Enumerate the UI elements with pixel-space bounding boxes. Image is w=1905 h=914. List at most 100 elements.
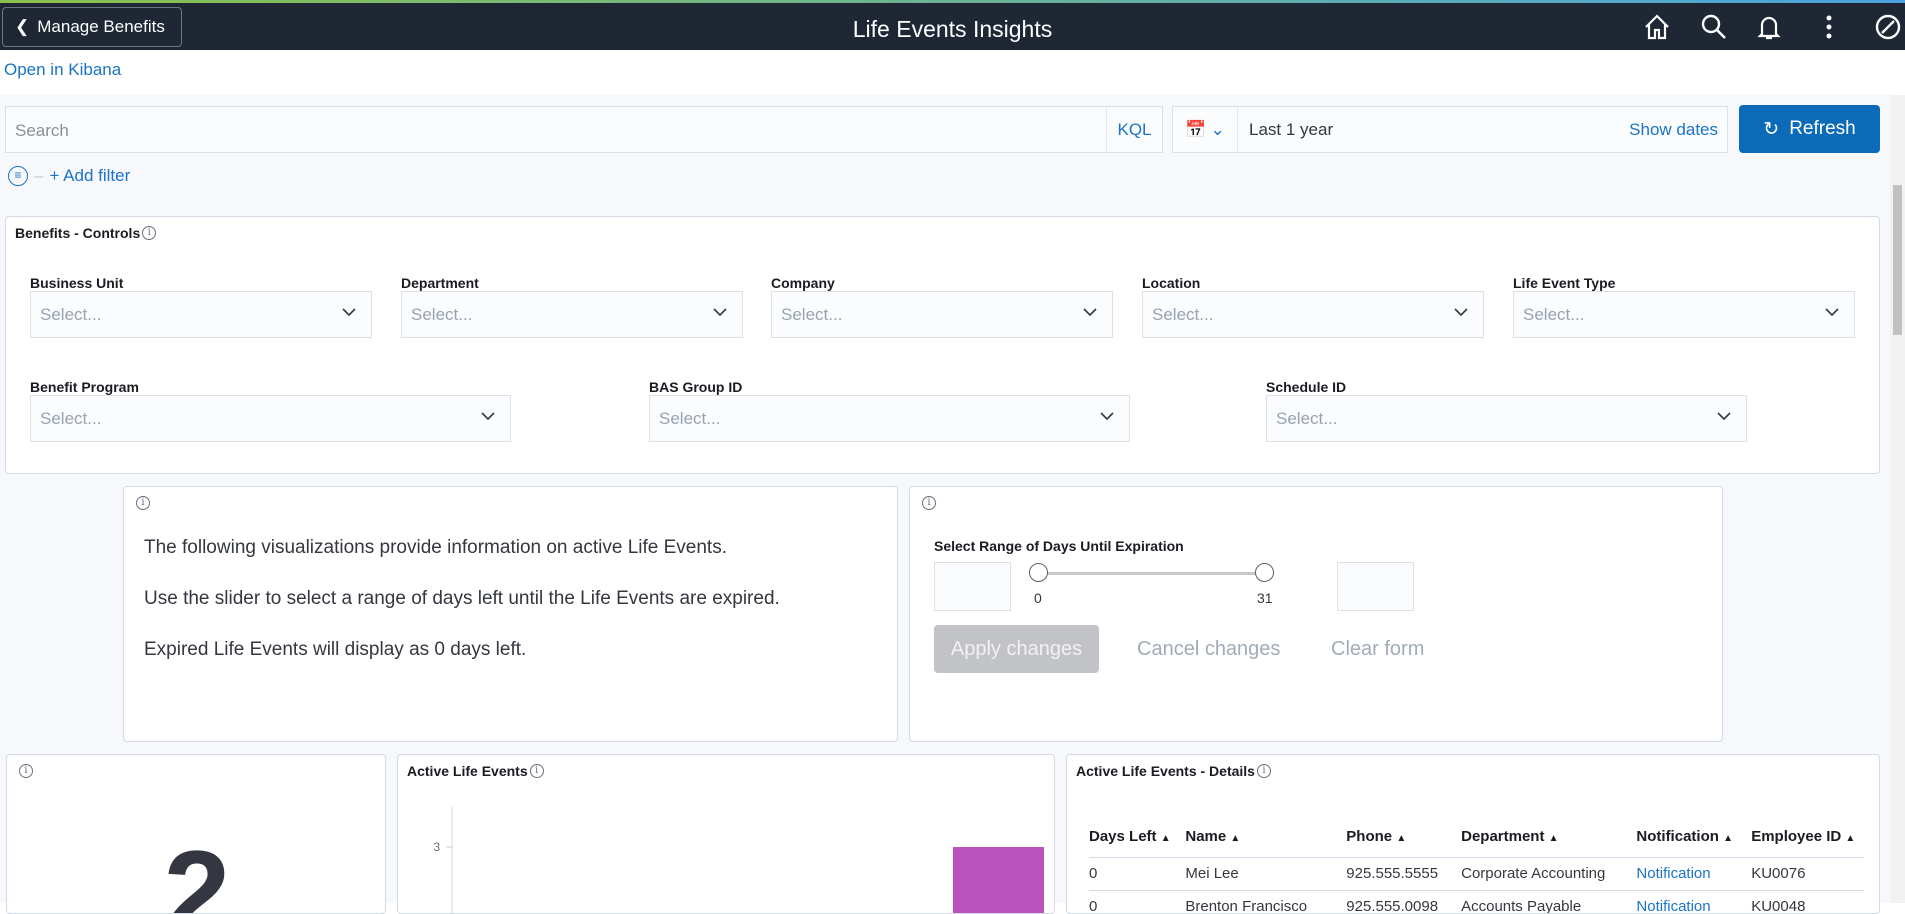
info-icon[interactable]: i <box>1256 764 1271 778</box>
slider-track[interactable] <box>1030 572 1266 575</box>
table-row: 0 Brenton Francisco 925.555.0098 Accounts P… <box>1089 890 1864 913</box>
bar-chart: 3 <box>433 807 1044 913</box>
control-label: Schedule ID <box>1266 379 1347 395</box>
column-header[interactable]: Employee ID ▲︎ <box>1751 817 1864 858</box>
control-select[interactable]: Select... <box>1513 291 1855 338</box>
details-table-panel: Active Life Events - Details i Days Left … <box>1066 754 1880 914</box>
slider-min-handle[interactable] <box>1029 563 1048 582</box>
range-label: Select Range of Days Until Expiration <box>934 538 1184 554</box>
control-select[interactable]: Select... <box>401 291 743 338</box>
column-header[interactable]: Department ▲︎ <box>1461 817 1637 858</box>
column-label: Days Left <box>1089 828 1157 846</box>
app-header: ❮ Manage Benefits Life Events Insights <box>0 3 1905 50</box>
select-placeholder: Select... <box>40 409 102 428</box>
table-cell: Accounts Payable <box>1461 890 1637 913</box>
control-select[interactable]: Select... <box>771 291 1113 338</box>
table-cell: 0 <box>1089 890 1186 913</box>
cancel-changes-button[interactable]: Cancel changes <box>1137 638 1280 661</box>
table-cell: Corporate Accounting <box>1461 857 1637 891</box>
search-icon[interactable] <box>1699 12 1729 42</box>
select-placeholder: Select... <box>659 409 721 428</box>
panel-title: Active Life Events - Details <box>1076 763 1255 779</box>
sort-icon: ▲︎ <box>1548 833 1559 845</box>
filter-bar: ≡ – + Add filter <box>8 166 130 186</box>
control-label: Life Event Type <box>1513 275 1616 291</box>
control-select[interactable]: Select... <box>1266 395 1747 442</box>
info-icon[interactable]: i <box>19 764 33 778</box>
add-filter-button[interactable]: + Add filter <box>49 166 130 186</box>
column-header[interactable]: Days Left ▲︎ <box>1089 817 1186 858</box>
refresh-button[interactable]: ↻ Refresh <box>1739 105 1880 153</box>
table-cell: Brenton Francisco <box>1185 890 1347 913</box>
page-title: Life Events Insights <box>852 16 1053 42</box>
more-vertical-icon[interactable] <box>1814 12 1844 42</box>
open-in-kibana-link[interactable]: Open in Kibana <box>4 60 121 80</box>
refresh-icon: ↻ <box>1763 118 1780 140</box>
control-select[interactable]: Select... <box>30 395 511 442</box>
date-range[interactable]: Last 1 year <box>1249 120 1333 140</box>
details-table: Days Left ▲︎ Name ▲︎ Phone ▲︎ Department ▲︎… <box>1089 817 1864 913</box>
column-label: Employee ID <box>1751 828 1842 846</box>
info-text-panel: i The following visualizations provide i… <box>123 486 898 742</box>
benefits-controls-panel: Benefits - Controls i Business Unit Select… <box>5 216 1880 474</box>
table-cell: KU0076 <box>1751 857 1864 891</box>
control-select[interactable]: Select... <box>30 291 372 338</box>
notification-link[interactable]: Notification <box>1636 857 1752 891</box>
show-dates-link[interactable]: Show dates <box>1629 120 1718 140</box>
apply-changes-button[interactable]: Apply changes <box>934 625 1099 673</box>
filter-icon[interactable]: ≡ <box>8 166 28 186</box>
range-max-input[interactable] <box>1337 562 1414 611</box>
select-placeholder: Select... <box>1523 305 1585 324</box>
slider-max-label: 31 <box>1257 590 1273 606</box>
table-cell: Mei Lee <box>1185 857 1347 891</box>
metric-value: 2 <box>163 826 231 914</box>
kql-button[interactable]: KQL <box>1106 107 1162 152</box>
sort-icon: ▲︎ <box>1160 833 1171 845</box>
sort-icon: ▲︎ <box>1396 833 1407 845</box>
slider-max-handle[interactable] <box>1255 563 1274 582</box>
slider-min-label: 0 <box>1034 590 1042 606</box>
info-icon[interactable]: i <box>922 496 936 510</box>
control-label: Business Unit <box>30 275 124 291</box>
column-header[interactable]: Notification ▲︎ <box>1636 817 1752 858</box>
table-cell: KU0048 <box>1751 890 1864 913</box>
table-row: 0 Mei Lee 925.555.5555 Corporate Accounting… <box>1089 857 1864 891</box>
range-min-input[interactable] <box>934 562 1011 611</box>
chevron-down-icon: ⌄ <box>1210 119 1225 139</box>
bell-icon[interactable] <box>1754 12 1784 42</box>
navbar-compass-icon[interactable] <box>1873 12 1903 42</box>
control-select[interactable]: Select... <box>1142 291 1484 338</box>
search-input[interactable]: Search KQL <box>5 106 1163 153</box>
info-paragraph: Expired Life Events will display as 0 da… <box>144 639 527 660</box>
sort-icon: ▲︎ <box>1723 833 1733 845</box>
home-icon[interactable] <box>1642 12 1672 42</box>
info-paragraph: Use the slider to select a range of days… <box>144 588 780 609</box>
chevron-down-icon <box>341 304 357 325</box>
page-scrollbar[interactable] <box>1890 95 1905 903</box>
control-label: BAS Group ID <box>649 379 743 395</box>
active-life-events-chart: Active Life Events i 3 <box>397 754 1055 914</box>
select-placeholder: Select... <box>1276 409 1338 428</box>
days-range-panel: i Select Range of Days Until Expiration … <box>909 486 1723 742</box>
table-cell: 925.555.0098 <box>1346 890 1462 913</box>
sort-icon: ▲︎ <box>1230 833 1241 845</box>
column-header[interactable]: Name ▲︎ <box>1185 817 1347 858</box>
select-placeholder: Select... <box>40 305 102 324</box>
refresh-label: Refresh <box>1789 118 1856 139</box>
chevron-down-icon <box>1082 304 1098 325</box>
notification-link[interactable]: Notification <box>1636 890 1752 913</box>
clear-form-button[interactable]: Clear form <box>1331 638 1424 661</box>
quick-select-button[interactable]: 📅 ⌄ <box>1173 107 1238 152</box>
column-header[interactable]: Phone ▲︎ <box>1346 817 1462 858</box>
info-icon[interactable]: i <box>142 226 157 240</box>
bar <box>953 847 1044 913</box>
table-cell: 925.555.5555 <box>1346 857 1462 891</box>
y-tick-label: 3 <box>433 840 440 854</box>
select-placeholder: Select... <box>411 305 473 324</box>
column-label: Name <box>1185 828 1227 846</box>
chevron-down-icon <box>1716 408 1732 429</box>
control-select[interactable]: Select... <box>649 395 1130 442</box>
select-placeholder: Select... <box>781 305 843 324</box>
info-icon[interactable]: i <box>136 496 150 510</box>
date-picker: 📅 ⌄ Last 1 year Show dates <box>1172 106 1728 153</box>
